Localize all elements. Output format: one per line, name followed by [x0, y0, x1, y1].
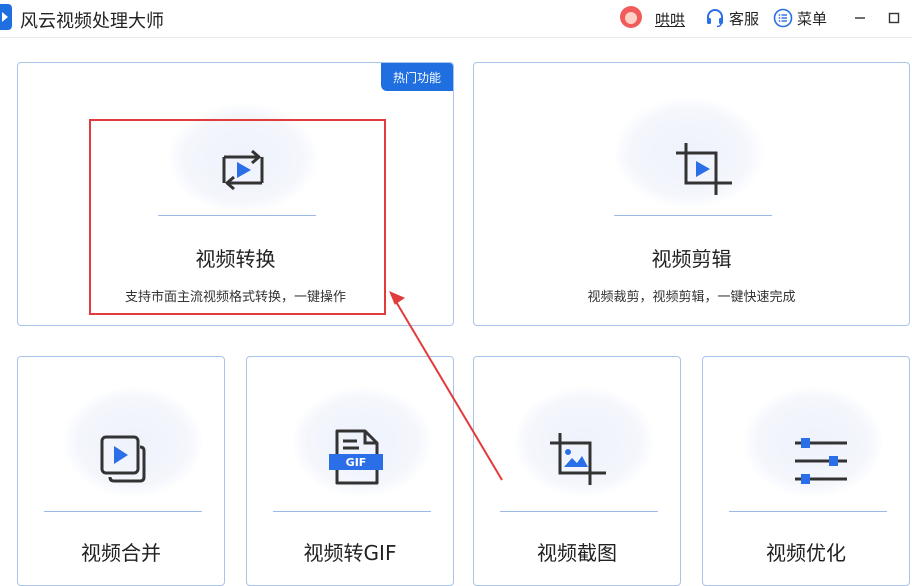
- title-bar: 风云视频处理大师 哄哄 客服 菜单: [0, 0, 912, 38]
- card-video-optimize[interactable]: 视频优化: [702, 356, 910, 586]
- app-logo-icon: [0, 4, 12, 30]
- convert-icon: [222, 149, 264, 191]
- customer-service-label: 客服: [729, 9, 760, 28]
- customer-service-button[interactable]: 客服: [705, 6, 759, 30]
- card-divider: [273, 511, 431, 512]
- menu-list-icon: [773, 8, 793, 28]
- minimize-icon: [855, 17, 865, 19]
- sliders-icon: [795, 438, 847, 484]
- card-video-screenshot[interactable]: 视频截图: [473, 356, 681, 586]
- card-title: 视频合并: [81, 541, 161, 565]
- card-title: 视频转GIF: [303, 541, 397, 565]
- card-video-convert[interactable]: 热门功能 视频转换 支持市面主流视频格式转换，一键操作: [17, 62, 454, 326]
- card-description: 视频裁剪，视频剪辑，一键快速完成: [587, 290, 796, 305]
- gif-label: GIF: [345, 456, 367, 469]
- card-divider: [44, 511, 202, 512]
- card-divider: [500, 511, 658, 512]
- hot-feature-badge: 热门功能: [381, 63, 453, 91]
- card-divider: [729, 511, 887, 512]
- app-title: 风云视频处理大师: [20, 11, 164, 32]
- card-video-edit[interactable]: 视频剪辑 视频裁剪，视频剪辑，一键快速完成: [473, 62, 910, 326]
- card-title: 视频优化: [766, 541, 846, 565]
- user-avatar[interactable]: [620, 6, 642, 28]
- maximize-button[interactable]: [882, 6, 906, 30]
- crop-icon: [676, 143, 732, 195]
- crop-image-icon: [550, 433, 606, 485]
- merge-icon: [100, 435, 146, 483]
- card-divider: [158, 215, 316, 216]
- card-video-to-gif[interactable]: GIF 视频转GIF: [246, 356, 454, 586]
- card-title: 视频截图: [537, 541, 617, 565]
- minimize-button[interactable]: [848, 6, 872, 30]
- maximize-icon: [888, 12, 900, 24]
- headset-icon: [707, 9, 723, 28]
- menu-label: 菜单: [797, 9, 828, 28]
- card-title: 视频剪辑: [651, 247, 732, 271]
- card-description: 支持市面主流视频格式转换，一键操作: [124, 290, 346, 305]
- user-name-link[interactable]: 哄哄: [655, 9, 685, 30]
- menu-button[interactable]: 菜单: [773, 6, 827, 30]
- card-title: 视频转换: [195, 247, 276, 271]
- card-video-merge[interactable]: 视频合并: [17, 356, 225, 586]
- card-divider: [614, 215, 772, 216]
